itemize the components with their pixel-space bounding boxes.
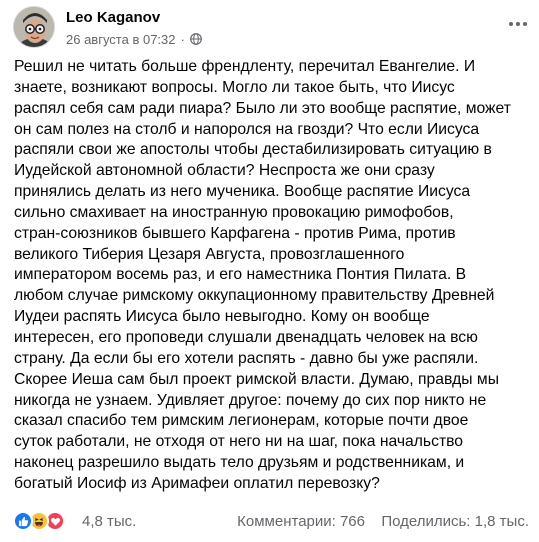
shares-count[interactable]: Поделились: 1,8 тыс.	[381, 513, 529, 530]
post-text-line: никогда не узнаем. Удивляет другое: поче…	[14, 391, 487, 409]
more-options-icon[interactable]	[503, 9, 533, 39]
post-text-line: Иудейской автономной области? Неспроста …	[14, 162, 435, 180]
comments-count[interactable]: Комментарии: 766	[237, 513, 365, 530]
reactions-summary[interactable]	[13, 511, 77, 533]
post-text-line: распял себя сам ради пиара? Было ли это …	[14, 99, 511, 117]
post-text-line: великого Тиберия Цезаря Августа, провозг…	[14, 245, 405, 263]
post-text-line: принялись делать из него мученика. Вообщ…	[14, 183, 471, 201]
post-text-line: любом случае римскому оккупационному пра…	[14, 287, 495, 305]
like-icon	[13, 511, 33, 531]
globe-icon[interactable]	[189, 33, 202, 45]
post-text-line: страну. Да если бы его хотели распять - …	[14, 349, 479, 367]
post-text-line: императором восемь раз, и его наместника…	[14, 266, 467, 284]
post-text-line: наконец разрешило выдать тело друзьям и …	[14, 454, 465, 472]
post-header: Leo Kaganov 26 августа в 07:32 ·	[0, 0, 539, 52]
post-text-line: суток работали, не отходя от него ни на …	[14, 433, 464, 451]
author-avatar[interactable]	[13, 6, 55, 48]
meta-separator: ·	[180, 31, 185, 47]
post-text-line: богатый Иосиф из Аримафеи оплатил перево…	[14, 474, 380, 492]
post-text-line: Решил не читать больше френдленту, переч…	[14, 58, 476, 75]
post-text: Решил не читать больше френдленту, переч…	[14, 57, 534, 495]
post-footer: 4,8 тыс. Комментарии: 766 Поделились: 1,…	[0, 508, 539, 538]
post-meta: 26 августа в 07:32 ·	[66, 31, 202, 47]
post-text-line: Иудеи распять Иисуса было невыгодно. Ком…	[14, 308, 430, 326]
post-text-line: Скорее Иеша сам был проект римской власт…	[14, 370, 499, 388]
post-text-line: распяли свои же апостолы чтобы дестабили…	[14, 141, 492, 159]
post-text-line: он сам полез на столб и напоролся на гво…	[14, 120, 480, 138]
post-text-line: стран-союзников бывшего Карфагена - прот…	[14, 224, 456, 242]
post-text-line: сильно смахивает на иностранную провокац…	[14, 203, 454, 221]
author-name[interactable]: Leo Kaganov	[66, 9, 160, 26]
post-text-line: сказал спасибо тем римским легионерам, к…	[14, 412, 469, 430]
facebook-post: Leo Kaganov 26 августа в 07:32 · Решил н…	[0, 0, 539, 542]
post-date[interactable]: 26 августа в 07:32	[66, 32, 176, 47]
post-text-line: знаете, возникают вопросы. Могло ли тако…	[14, 78, 455, 96]
reactions-count[interactable]: 4,8 тыс.	[82, 513, 136, 530]
post-text-line: интересен, его проповеди слушали двенадц…	[14, 328, 478, 346]
